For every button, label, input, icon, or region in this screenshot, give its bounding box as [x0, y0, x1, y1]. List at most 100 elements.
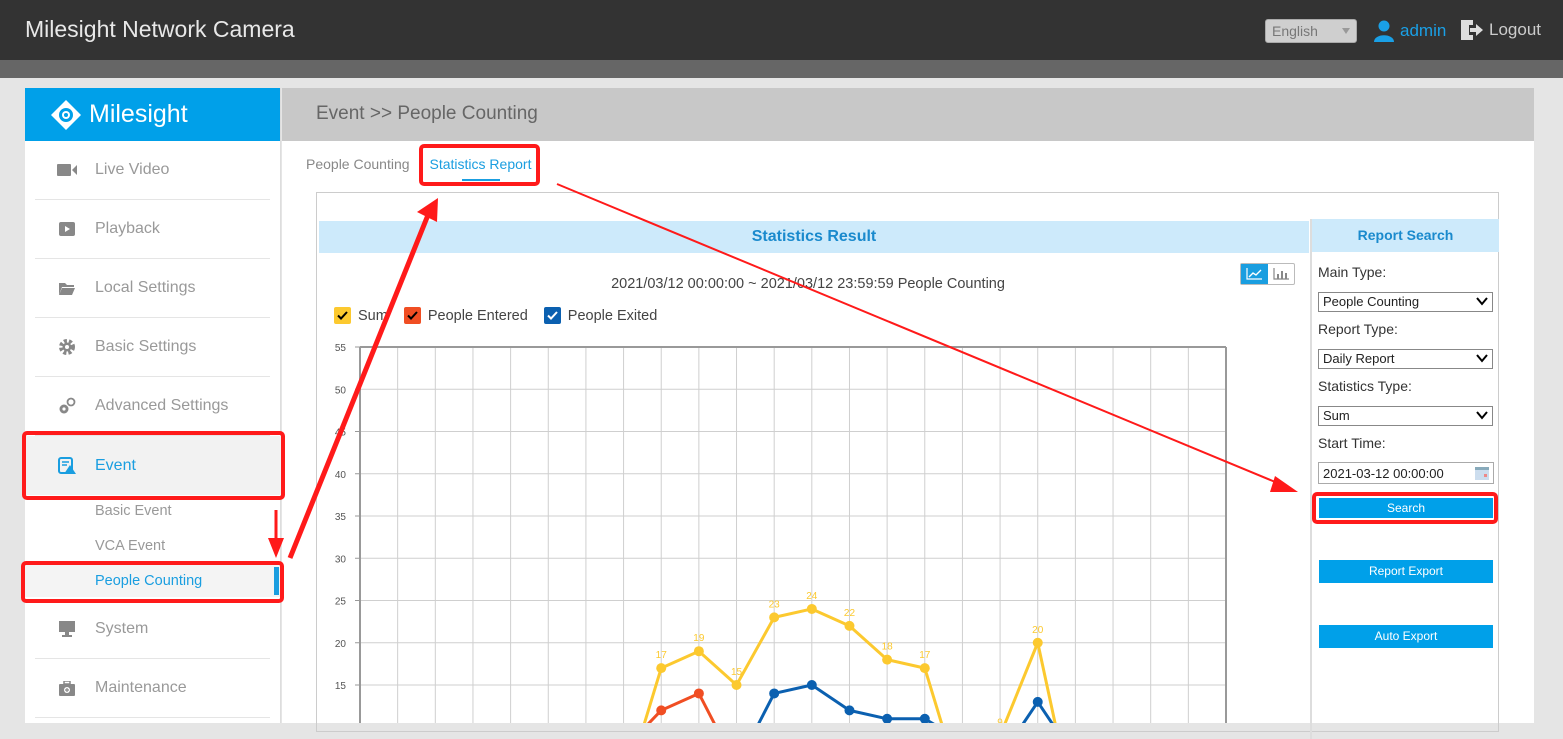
data-point — [919, 663, 930, 674]
chevron-down-icon — [1476, 297, 1488, 306]
y-tick-label: 55 — [335, 343, 347, 354]
monitor-icon — [59, 621, 75, 637]
sidebar-item-system[interactable]: System — [35, 600, 270, 659]
data-point — [731, 680, 742, 690]
data-point — [1032, 637, 1043, 648]
language-value: English — [1272, 23, 1318, 39]
sidebar-subitem-vca-event[interactable]: VCA Event — [95, 538, 165, 554]
data-point — [844, 705, 855, 716]
report-type-select[interactable]: Daily Report — [1318, 349, 1493, 369]
y-tick-label: 25 — [335, 597, 347, 608]
data-point — [806, 603, 817, 614]
sidebar-item-live-video[interactable]: Live Video — [35, 141, 270, 200]
top-bar: Milesight Network Camera English admin L… — [0, 0, 1563, 60]
y-tick-label: 30 — [335, 554, 347, 565]
sidebar: Milesight Live Video Playback Local Sett… — [25, 88, 281, 723]
sidebar-item-label: Local Settings — [95, 279, 196, 296]
bar-chart-button[interactable] — [1268, 264, 1295, 284]
series-line-offscreen — [757, 692, 776, 723]
search-button[interactable]: Search — [1319, 498, 1493, 518]
chevron-down-icon — [1476, 411, 1488, 420]
main-type-value: People Counting — [1323, 294, 1420, 309]
data-label: 15 — [731, 667, 743, 678]
app-title: Milesight Network Camera — [25, 16, 295, 42]
statistics-result-header: Statistics Result — [319, 221, 1309, 253]
y-tick-label: 50 — [335, 385, 347, 396]
legend-label: People Entered — [427, 307, 528, 324]
report-type-value: Daily Report — [1323, 351, 1395, 366]
data-point — [693, 688, 704, 699]
sidebar-item-label: Live Video — [95, 161, 170, 178]
sidebar-item-local-settings[interactable]: Local Settings — [35, 259, 270, 318]
chart-legend: Sum People Entered People Exited — [334, 307, 673, 324]
sidebar-item-basic-settings[interactable]: Basic Settings — [35, 318, 270, 377]
statistics-type-value: Sum — [1323, 408, 1350, 423]
legend-item-sum[interactable]: Sum — [334, 307, 388, 324]
report-search-header: Report Search — [1312, 219, 1499, 252]
sidebar-item-label: Playback — [95, 220, 160, 237]
username: admin — [1400, 21, 1447, 40]
report-export-button[interactable]: Report Export — [1319, 560, 1493, 583]
start-time-label: Start Time: — [1318, 435, 1386, 451]
legend-item-people-entered[interactable]: People Entered — [403, 307, 528, 324]
data-point — [919, 713, 930, 723]
series-line-people-entered — [660, 692, 700, 712]
line-chart-icon — [1246, 268, 1263, 280]
user-link[interactable]: admin — [1374, 20, 1446, 42]
milesight-logo-icon — [51, 99, 81, 130]
event-alert-icon — [58, 456, 76, 474]
statistics-type-label: Statistics Type: — [1318, 378, 1412, 394]
y-tick-label: 45 — [335, 428, 347, 439]
brand-name: Milesight — [89, 100, 188, 128]
data-point — [1032, 696, 1043, 707]
sidebar-subitem-basic-event[interactable]: Basic Event — [95, 503, 172, 519]
data-point — [806, 680, 817, 690]
legend-label: Sum — [358, 307, 388, 324]
brand-logo: Milesight — [25, 88, 280, 141]
video-camera-icon — [57, 164, 77, 176]
logout-icon — [1461, 20, 1483, 40]
sidebar-item-playback[interactable]: Playback — [35, 200, 270, 259]
report-search-panel: Report Search Main Type: People Counting… — [1310, 219, 1499, 739]
sidebar-item-label: Advanced Settings — [95, 397, 229, 414]
gear-icon — [59, 339, 75, 355]
tab-bar: People Counting Statistics Report — [306, 156, 551, 181]
sidebar-item-advanced-settings[interactable]: Advanced Settings — [35, 377, 270, 436]
series-line-offscreen — [697, 692, 716, 723]
start-time-value: 2021-03-12 00:00:00 — [1323, 466, 1444, 481]
line-chart-button[interactable] — [1241, 264, 1268, 284]
sidebar-item-event[interactable]: Event — [25, 436, 281, 495]
gears-icon — [59, 397, 76, 414]
chart-title: 2021/03/12 00:00:00 ~ 2021/03/12 23:59:5… — [611, 276, 1005, 292]
statistics-type-select[interactable]: Sum — [1318, 406, 1493, 426]
auto-export-button[interactable]: Auto Export — [1319, 625, 1493, 648]
sidebar-subitem-people-counting[interactable]: People Counting — [25, 565, 281, 597]
user-icon — [1374, 20, 1394, 42]
legend-item-people-exited[interactable]: People Exited — [543, 307, 658, 324]
y-tick-label: 40 — [335, 470, 347, 481]
calendar-icon[interactable] — [1475, 467, 1489, 480]
data-label: 22 — [844, 608, 856, 619]
chevron-down-icon — [1342, 28, 1350, 34]
sidebar-item-label: System — [95, 620, 149, 637]
language-select[interactable]: English — [1265, 19, 1357, 43]
tab-statistics-report[interactable]: Statistics Report — [430, 156, 531, 181]
data-label: 20 — [1032, 625, 1044, 636]
toolbox-icon — [59, 680, 75, 696]
main-type-select[interactable]: People Counting — [1318, 292, 1493, 312]
sidebar-item-maintenance[interactable]: Maintenance — [35, 659, 270, 718]
data-point — [769, 688, 780, 699]
breadcrumb: Event >> People Counting — [282, 88, 1534, 141]
data-point — [656, 705, 667, 716]
legend-label: People Exited — [567, 307, 658, 324]
data-point — [656, 663, 667, 674]
chart-type-toggle — [1240, 263, 1295, 285]
report-type-label: Report Type: — [1318, 321, 1398, 337]
tab-people-counting[interactable]: People Counting — [306, 156, 410, 172]
checkbox-checked-icon — [543, 307, 561, 324]
data-point — [882, 654, 893, 665]
data-label: 18 — [882, 642, 894, 653]
start-time-input[interactable]: 2021-03-12 00:00:00 — [1318, 462, 1494, 484]
y-tick-label: 20 — [335, 639, 347, 650]
logout-button[interactable]: Logout — [1461, 20, 1541, 40]
